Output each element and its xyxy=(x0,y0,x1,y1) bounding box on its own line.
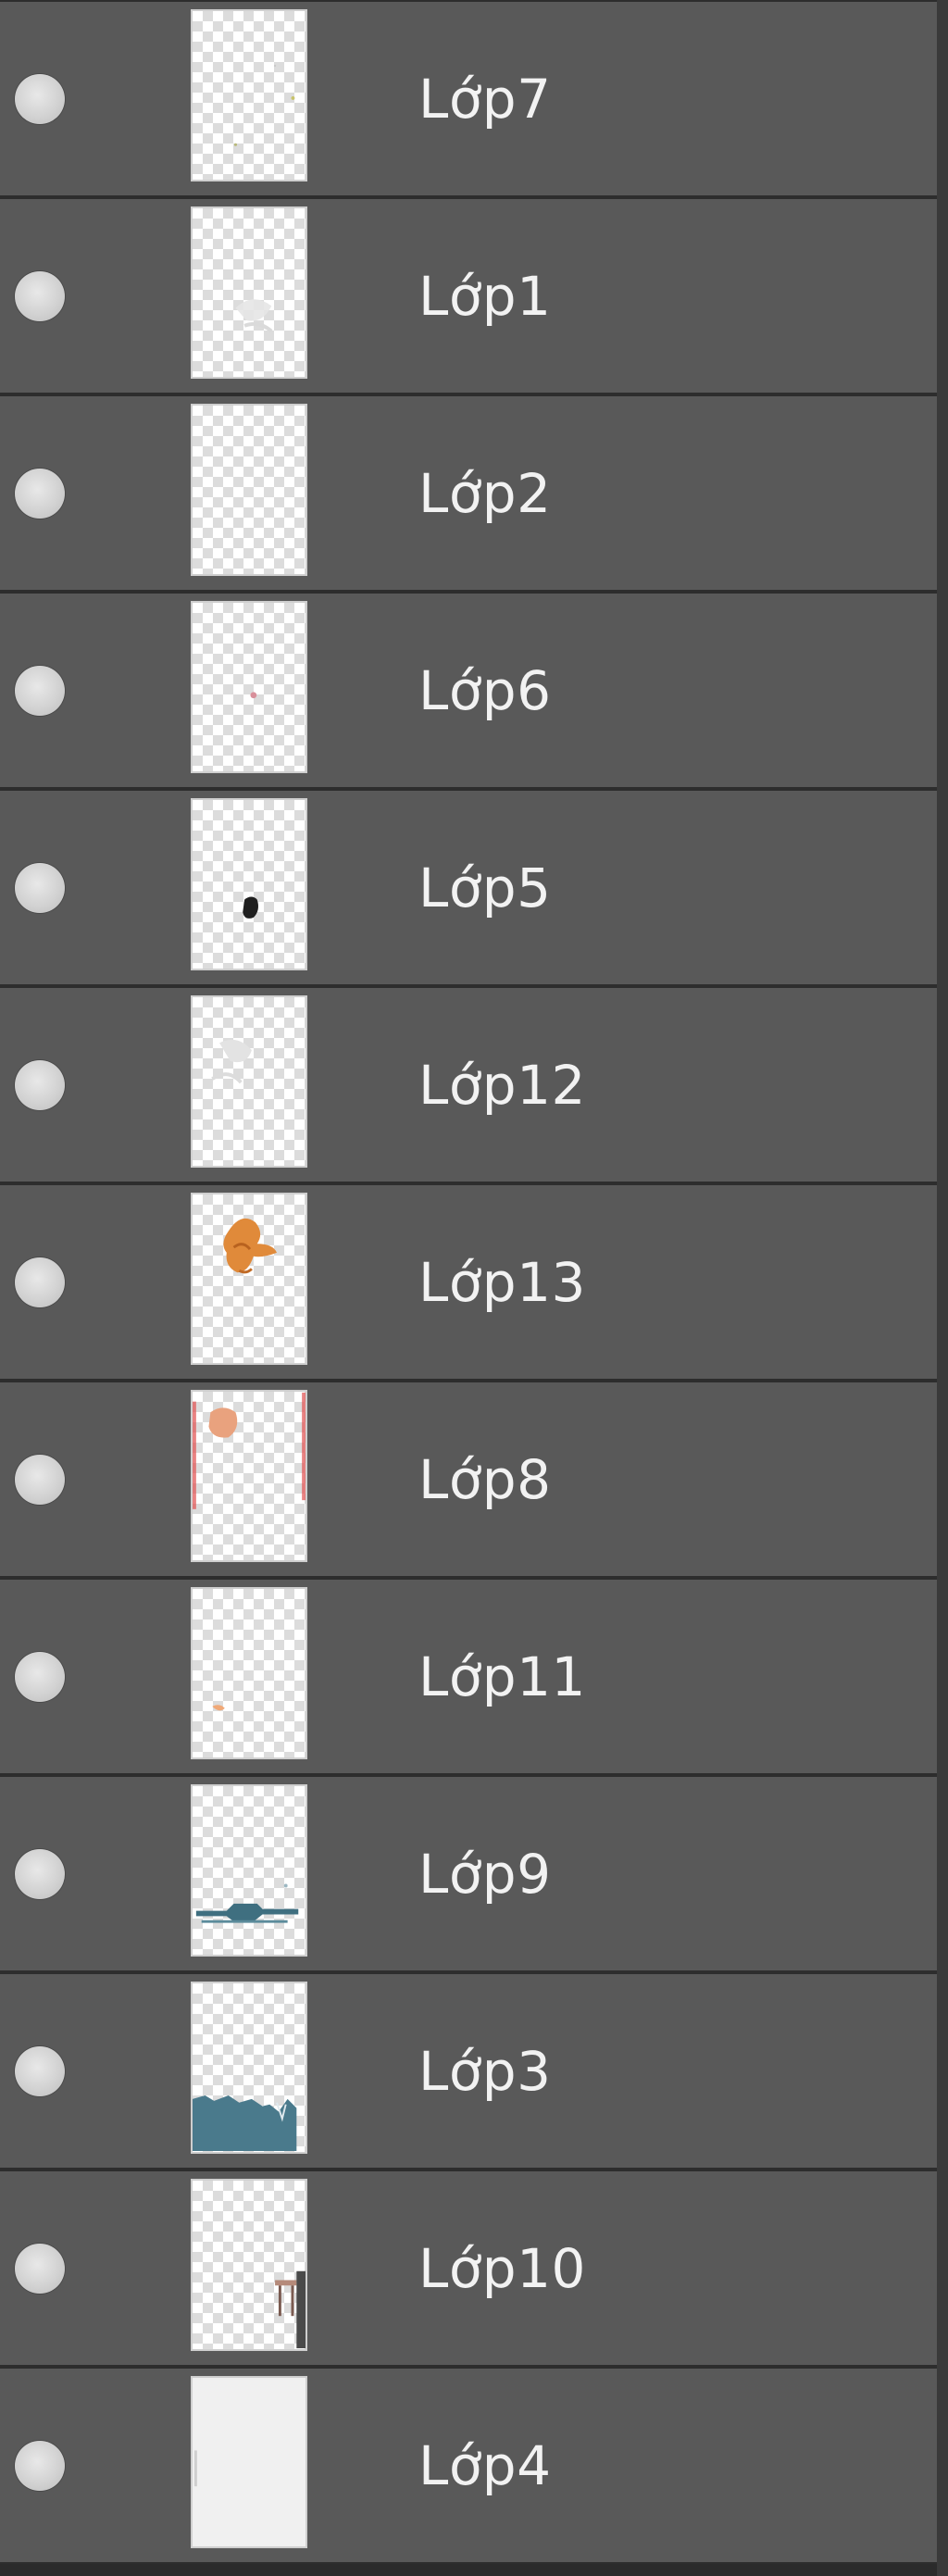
faint-sketch-thumbnail-icon xyxy=(211,1039,252,1084)
visibility-toggle-icon[interactable] xyxy=(15,1849,65,1899)
teal-bottom-fill-thumbnail-icon xyxy=(193,2095,297,2152)
visibility-toggle-icon[interactable] xyxy=(15,2441,65,2491)
small-orange-mark-thumbnail-icon xyxy=(212,1705,225,1711)
small-pink-dot-thumbnail-icon xyxy=(250,692,257,699)
visibility-toggle-icon[interactable] xyxy=(15,1060,65,1110)
layer-row-lop7[interactable]: Lớp7 xyxy=(0,0,937,197)
layer-row-lop8[interactable]: Lớp8 xyxy=(0,1381,937,1578)
visibility-toggle-icon[interactable] xyxy=(15,469,65,519)
faint-sketch-thumbnail-icon xyxy=(235,299,273,333)
layer-thumbnail xyxy=(191,601,307,773)
panel-scroll-edge xyxy=(937,0,948,2576)
layer-row-lop11[interactable]: Lớp11 xyxy=(0,1578,937,1775)
sparse-dots-thumbnail-icon xyxy=(233,64,295,146)
layer-row-lop3[interactable]: Lớp3 xyxy=(0,1972,937,2170)
layer-thumbnail xyxy=(191,404,307,576)
layer-thumbnail xyxy=(191,1390,307,1562)
layer-row-lop12[interactable]: Lớp12 xyxy=(0,986,937,1183)
teal-strokes-thumbnail-icon xyxy=(195,1883,299,1923)
dark-blob-thumbnail-icon xyxy=(243,896,259,919)
layer-row-lop6[interactable]: Lớp6 xyxy=(0,592,937,789)
layer-row-lop10[interactable]: Lớp10 xyxy=(0,2170,937,2367)
layer-name: Lớp13 xyxy=(418,1251,586,1314)
layer-thumbnail xyxy=(191,206,307,379)
layer-name: Lớp11 xyxy=(418,1645,586,1708)
layer-name: Lớp4 xyxy=(418,2434,552,2497)
layer-thumbnail xyxy=(191,1982,307,2154)
visibility-toggle-icon[interactable] xyxy=(15,74,65,124)
layer-name: Lớp5 xyxy=(418,857,552,919)
visibility-toggle-icon[interactable] xyxy=(15,2046,65,2096)
visibility-toggle-icon[interactable] xyxy=(15,271,65,321)
visibility-toggle-icon[interactable] xyxy=(15,863,65,913)
layer-row-lop2[interactable]: Lớp2 xyxy=(0,394,937,592)
layer-name: Lớp12 xyxy=(418,1054,586,1117)
layer-name: Lớp7 xyxy=(418,68,552,131)
small-brown-object-thumbnail-icon xyxy=(275,2270,306,2349)
empty-thumbnail-icon xyxy=(193,406,306,574)
white-fill-thumbnail-icon xyxy=(193,2378,306,2546)
layer-thumbnail xyxy=(191,9,307,181)
layer-name: Lớp2 xyxy=(418,462,552,525)
layer-row-lop4[interactable]: Lớp4 xyxy=(0,2367,937,2564)
layer-thumbnail xyxy=(191,2179,307,2351)
layer-row-lop1[interactable]: Lớp1 xyxy=(0,197,937,394)
layer-row-lop13[interactable]: Lớp13 xyxy=(0,1183,937,1381)
layer-thumbnail xyxy=(191,2376,307,2548)
visibility-toggle-icon[interactable] xyxy=(15,666,65,716)
layer-thumbnail xyxy=(191,995,307,1168)
layer-thumbnail xyxy=(191,1587,307,1759)
layer-name: Lớp1 xyxy=(418,265,552,328)
layer-row-lop5[interactable]: Lớp5 xyxy=(0,789,937,986)
layer-name: Lớp9 xyxy=(418,1843,552,1906)
layer-thumbnail xyxy=(191,1784,307,1957)
layer-thumbnail xyxy=(191,798,307,970)
visibility-toggle-icon[interactable] xyxy=(15,2244,65,2294)
visibility-toggle-icon[interactable] xyxy=(15,1455,65,1505)
layer-name: Lớp6 xyxy=(418,659,552,722)
layer-name: Lớp8 xyxy=(418,1448,552,1511)
layers-panel: Lớp7 Lớp1 Lớp2 Lớp6 Lớp5 Lớp12 Lớp13 Lớp… xyxy=(0,0,937,2576)
visibility-toggle-icon[interactable] xyxy=(15,1257,65,1307)
layer-name: Lớp3 xyxy=(418,2040,552,2103)
layer-name: Lớp10 xyxy=(418,2237,586,2300)
orange-figure-thumbnail-icon xyxy=(223,1218,278,1274)
peach-shape-with-red-edges-thumbnail-icon xyxy=(193,1392,306,1509)
visibility-toggle-icon[interactable] xyxy=(15,1652,65,1702)
layer-thumbnail xyxy=(191,1193,307,1365)
layer-row-lop9[interactable]: Lớp9 xyxy=(0,1775,937,1972)
